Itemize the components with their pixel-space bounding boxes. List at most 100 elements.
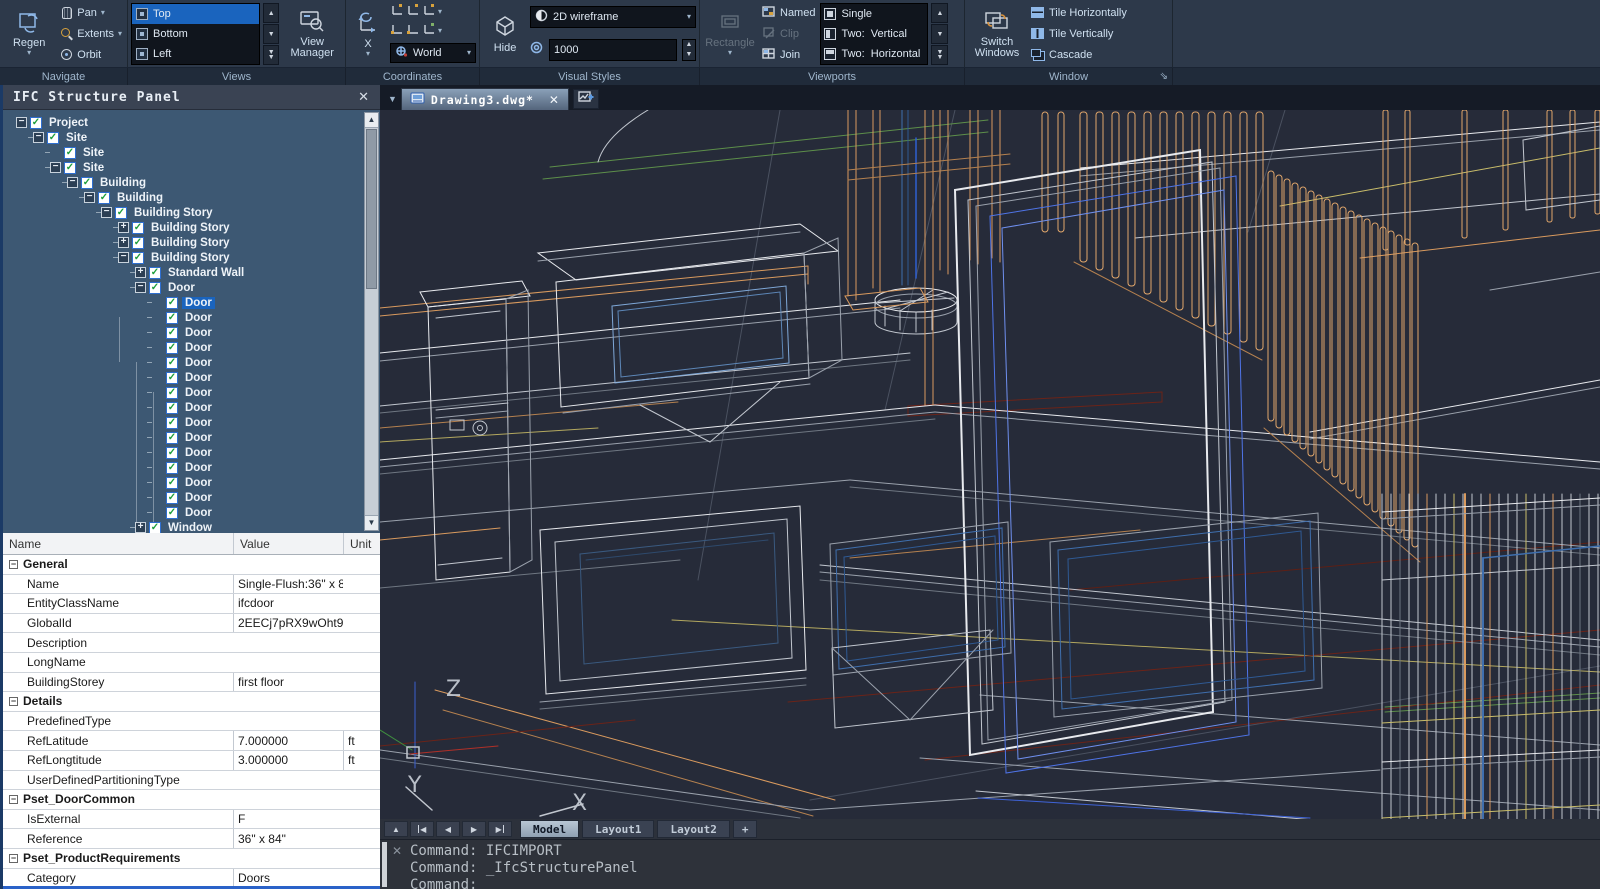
ifc-tree[interactable]: ▲ ▼ −✓Project−✓Site✓Site−✓Site−✓Building… [3, 110, 380, 533]
tree-scrollbar[interactable]: ▲ ▼ [364, 112, 379, 531]
layout-tab[interactable]: Layout2 [657, 820, 729, 838]
isolines-spinner[interactable]: ▲▼ [682, 39, 696, 61]
tree-item[interactable]: +✓Building Story [3, 235, 380, 250]
group-collapse-icon[interactable]: − [9, 854, 18, 863]
tree-item[interactable]: ✓Door [3, 340, 380, 355]
checkbox-checked-icon[interactable]: ✓ [166, 417, 178, 429]
checkbox-checked-icon[interactable]: ✓ [30, 117, 42, 129]
property-row[interactable]: LongName [3, 653, 380, 673]
tree-item[interactable]: ✓Door [3, 415, 380, 430]
group-collapse-icon[interactable]: − [9, 560, 18, 569]
window-action[interactable]: Cascade [1029, 45, 1129, 65]
tree-item[interactable]: ✓Site [3, 145, 380, 160]
checkbox-checked-icon[interactable]: ✓ [166, 432, 178, 444]
expand-toggle-icon[interactable]: − [67, 177, 78, 188]
expand-toggle-icon[interactable]: + [118, 222, 129, 233]
tree-scroll-down[interactable]: ▼ [365, 515, 378, 530]
checkbox-checked-icon[interactable]: ✓ [132, 252, 144, 264]
tree-item[interactable]: ✓Door [3, 505, 380, 520]
tree-item[interactable]: ✓Door [3, 400, 380, 415]
checkbox-checked-icon[interactable]: ✓ [166, 312, 178, 324]
ucs-move-icon[interactable] [406, 3, 420, 21]
ucs-world-icon[interactable] [422, 22, 436, 40]
property-row[interactable]: CategoryDoors [3, 869, 380, 889]
column-header-name[interactable]: Name [3, 533, 233, 554]
section-label-window[interactable]: Window⇘ [965, 68, 1173, 85]
view-option[interactable]: Bottom [132, 24, 259, 44]
rectangle-viewport-button[interactable]: Rectangle ▾ [703, 2, 757, 65]
tree-item[interactable]: −✓Building [3, 175, 380, 190]
tree-item[interactable]: −✓Door [3, 280, 380, 295]
view-option[interactable]: Left [132, 44, 259, 64]
ucs-object-icon[interactable] [406, 22, 420, 40]
ucs-new-icon[interactable] [390, 3, 404, 21]
tree-item[interactable]: ✓Door [3, 460, 380, 475]
command-line-area[interactable]: ✕ Command: IFCIMPORTCommand: _IfcStructu… [380, 839, 1600, 889]
checkbox-checked-icon[interactable]: ✓ [166, 342, 178, 354]
prev-tab-button[interactable]: ◀ [436, 821, 460, 837]
ucs-dropdown[interactable]: World ▾ [390, 43, 476, 63]
property-row[interactable]: IsExternalF [3, 810, 380, 830]
tree-item[interactable]: ✓Door [3, 490, 380, 505]
view-option[interactable]: Top [132, 4, 259, 24]
expand-toggle-icon[interactable]: − [16, 117, 27, 128]
regen-button[interactable]: Regen ▾ [3, 2, 55, 65]
layout-tab[interactable]: Model [520, 820, 579, 838]
tree-item[interactable]: −✓Site [3, 160, 380, 175]
viewport-canvas[interactable]: Z Y X [380, 110, 1600, 819]
viewports-scroll-down[interactable]: ▼ [931, 24, 948, 44]
checkbox-checked-icon[interactable]: ✓ [166, 492, 178, 504]
property-row[interactable]: GlobalId2EECj7pRX9wOht9vfF [3, 614, 380, 634]
dropdown-icon[interactable]: ▾ [438, 9, 442, 15]
first-tab-button[interactable]: ◀ [410, 821, 434, 837]
command-close-icon[interactable]: ✕ [392, 844, 402, 858]
tree-item[interactable]: −✓Building Story [3, 250, 380, 265]
expand-toggle-icon[interactable]: − [118, 252, 129, 263]
property-row[interactable]: NameSingle-Flush:36" x 84' [3, 575, 380, 595]
dropdown-icon[interactable]: ▾ [438, 28, 442, 34]
checkbox-checked-icon[interactable]: ✓ [64, 147, 76, 159]
group-collapse-icon[interactable]: − [9, 697, 18, 706]
tree-item[interactable]: ✓Door [3, 295, 380, 310]
command-scrollbar[interactable] [382, 842, 387, 887]
checkbox-checked-icon[interactable]: ✓ [166, 447, 178, 459]
checkbox-checked-icon[interactable]: ✓ [166, 477, 178, 489]
views-scroll-up[interactable]: ▲ [263, 3, 279, 23]
layout-tab[interactable]: Layout1 [582, 820, 654, 838]
column-header-value[interactable]: Value [233, 533, 343, 554]
layout-tab[interactable]: + [733, 820, 758, 838]
checkbox-checked-icon[interactable]: ✓ [166, 372, 178, 384]
expand-toggle-icon[interactable]: + [135, 522, 146, 533]
section-label-viewports[interactable]: Viewports [700, 68, 965, 85]
layout-collapse-button[interactable]: ▲ [384, 821, 408, 837]
tree-item[interactable]: ✓Door [3, 475, 380, 490]
section-label-coordinates[interactable]: Coordinates [346, 68, 480, 85]
tree-item[interactable]: ✓Door [3, 445, 380, 460]
hide-button[interactable]: Hide [483, 2, 527, 65]
property-grid[interactable]: Name Value Unit −GeneralNameSingle-Flush… [3, 533, 380, 889]
expand-toggle-icon[interactable]: − [135, 282, 146, 293]
navigate-action[interactable]: Pan▾ [58, 3, 124, 23]
tree-item[interactable]: −✓Site [3, 130, 380, 145]
named-viewports-button[interactable]: Named [760, 3, 817, 23]
views-scroll-down[interactable]: ▼ [263, 24, 279, 44]
checkbox-checked-icon[interactable]: ✓ [98, 192, 110, 204]
viewports-scroll-up[interactable]: ▲ [931, 3, 948, 23]
checkbox-checked-icon[interactable]: ✓ [81, 177, 93, 189]
property-row[interactable]: −General [3, 555, 380, 575]
tree-item[interactable]: −✓Building [3, 190, 380, 205]
navigate-action[interactable]: Orbit [58, 45, 124, 65]
property-row[interactable]: RefLongtitude3.000000ft [3, 751, 380, 771]
views-scroll-more[interactable]: ▼▼ [263, 45, 279, 65]
tree-item[interactable]: −✓Project [3, 115, 380, 130]
section-label-navigate[interactable]: Navigate [0, 68, 128, 85]
checkbox-checked-icon[interactable]: ✓ [132, 222, 144, 234]
join-viewports-button[interactable]: Join [760, 45, 817, 65]
expand-toggle-icon[interactable]: − [33, 132, 44, 143]
checkbox-checked-icon[interactable]: ✓ [47, 132, 59, 144]
tab-list-icon[interactable]: ▼ [388, 94, 397, 104]
tree-item[interactable]: ✓Door [3, 325, 380, 340]
property-row[interactable]: Description [3, 633, 380, 653]
drawing-tab-close-icon[interactable]: ✕ [549, 93, 560, 107]
column-header-unit[interactable]: Unit [343, 533, 380, 554]
